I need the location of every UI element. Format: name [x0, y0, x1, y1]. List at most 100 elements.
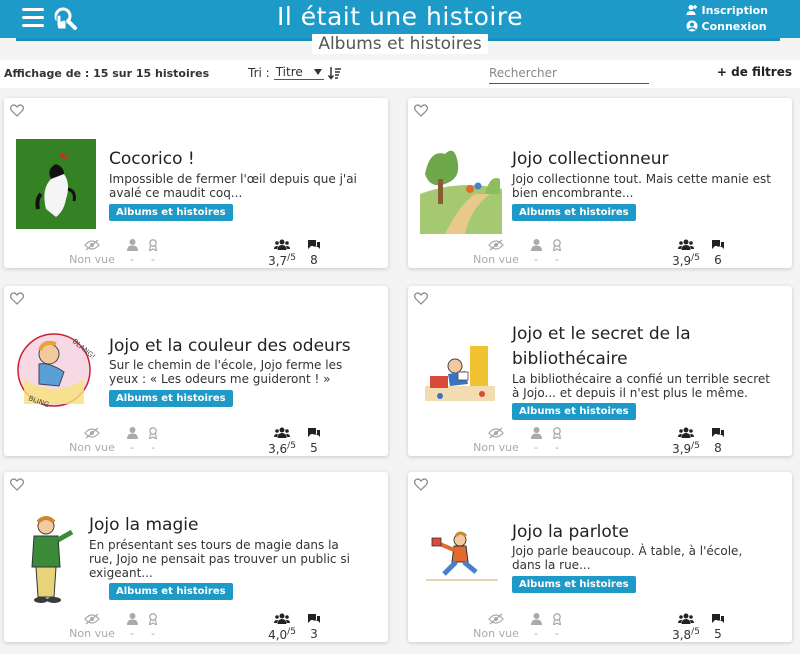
login-link[interactable]: Connexion [686, 18, 768, 34]
users-icon [678, 613, 694, 624]
auth-links: Inscription Connexion [686, 2, 768, 34]
comments-stat: 8 [708, 427, 728, 455]
rating-stat: 3,9/5 [664, 239, 708, 268]
more-filters-button[interactable]: + de filtres [717, 65, 792, 79]
user-icon [126, 239, 138, 251]
boy-circle-image: BLANG! BLING [17, 333, 97, 409]
sort-select[interactable]: Titre [273, 65, 324, 80]
users-icon [678, 239, 694, 250]
magician-image [16, 512, 78, 607]
story-card[interactable]: BLANG! BLING Jojo et la couleur des odeu… [4, 286, 388, 456]
story-card[interactable]: Jojo et le secret de la bibliothécaire L… [408, 286, 792, 456]
card-description: La bibliothécaire a confié un terrible s… [512, 372, 770, 400]
story-card[interactable]: Jojo la magie En présentant ses tours de… [4, 472, 388, 642]
rating-stat: 3,6/5 [260, 427, 304, 456]
comments-icon [712, 240, 724, 249]
eye-slash-icon [488, 613, 504, 625]
sort-direction-icon[interactable] [327, 66, 342, 80]
card-description: Jojo parle beaucoup. À table, à l'école,… [512, 544, 743, 572]
card-title: Jojo et le secret de la bibliothécaire [512, 324, 691, 369]
award-meta: - [146, 239, 160, 266]
results-count: Affichage de : 15 sur 15 histoires [4, 67, 210, 80]
heart-icon[interactable] [414, 478, 428, 491]
sort-control: Tri : Titre [248, 65, 342, 80]
award-icon [552, 427, 562, 439]
add-user-icon [686, 5, 697, 15]
reader-meta: - [124, 239, 140, 266]
reader-meta: - [528, 613, 544, 640]
view-status: Non vue [68, 613, 116, 640]
heart-icon[interactable] [10, 104, 24, 117]
card-description: Jojo collectionne tout. Mais cette manie… [512, 172, 771, 200]
comments-stat: 3 [304, 613, 324, 641]
card-title: Cocorico ! [109, 149, 195, 169]
view-status: Non vue [68, 427, 116, 454]
category-badge[interactable]: Albums et histoires [512, 576, 636, 593]
award-meta: - [146, 427, 160, 454]
comments-stat: 8 [304, 239, 324, 267]
signup-link[interactable]: Inscription [686, 2, 768, 18]
eye-slash-icon [488, 239, 504, 251]
award-meta: - [550, 239, 564, 266]
award-icon [148, 427, 158, 439]
eye-slash-icon [84, 239, 100, 251]
comments-icon [712, 428, 724, 437]
user-icon [530, 239, 542, 251]
comments-icon [308, 614, 320, 623]
story-card[interactable]: Jojo collectionneur Jojo collectionne to… [408, 98, 792, 268]
card-title: Jojo la parlote [512, 522, 629, 542]
card-title: Jojo la magie [89, 515, 199, 535]
card-description: Sur le chemin de l'école, Jojo ferme les… [109, 358, 343, 386]
sort-label: Tri : [248, 65, 270, 80]
user-icon [126, 613, 138, 625]
eye-slash-icon [488, 427, 504, 439]
view-status: Non vue [472, 613, 520, 640]
app-title: Il était une histoire [277, 2, 523, 31]
comments-icon [308, 428, 320, 437]
award-icon [552, 613, 562, 625]
category-badge[interactable]: Albums et histoires [109, 583, 233, 600]
story-card[interactable]: Cocorico ! Impossible de fermer l'œil de… [4, 98, 388, 268]
page-heading: Albums et histoires [0, 34, 800, 54]
award-meta: - [146, 613, 160, 640]
toolbar: Affichage de : 15 sur 15 histoires Tri :… [0, 60, 800, 88]
reading-boy-image [420, 326, 500, 406]
reader-meta: - [528, 427, 544, 454]
card-description: Impossible de fermer l'œil depuis que j'… [109, 172, 357, 200]
comments-stat: 5 [708, 613, 728, 641]
rooster-image [16, 139, 96, 229]
heart-icon[interactable] [414, 104, 428, 117]
heart-icon[interactable] [10, 478, 24, 491]
comments-stat: 6 [708, 239, 728, 267]
rating-stat: 3,7/5 [260, 239, 304, 268]
landscape-image [420, 134, 502, 234]
rating-stat: 3,8/5 [664, 613, 708, 642]
running-boy-image [426, 530, 498, 585]
search-input[interactable]: Rechercher [489, 64, 649, 84]
comments-icon [712, 614, 724, 623]
chevron-down-icon [313, 69, 322, 75]
user-icon [126, 427, 138, 439]
category-badge[interactable]: Albums et histoires [109, 390, 233, 407]
reader-meta: - [124, 613, 140, 640]
view-status: Non vue [472, 239, 520, 266]
award-icon [552, 239, 562, 251]
award-meta: - [550, 613, 564, 640]
heart-icon[interactable] [414, 292, 428, 305]
eye-slash-icon [84, 427, 100, 439]
user-icon [530, 427, 542, 439]
heart-icon[interactable] [10, 292, 24, 305]
category-badge[interactable]: Albums et histoires [512, 204, 636, 221]
card-title: Jojo et la couleur des odeurs [109, 336, 351, 356]
top-bar: Il était une histoire Inscription Connex… [0, 0, 800, 38]
users-icon [274, 427, 290, 438]
category-badge[interactable]: Albums et histoires [109, 204, 233, 221]
category-badge[interactable]: Albums et histoires [512, 403, 636, 420]
view-status: Non vue [472, 427, 520, 454]
users-icon [678, 427, 694, 438]
story-card[interactable]: Jojo la parlote Jojo parle beaucoup. À t… [408, 472, 792, 642]
reader-meta: - [124, 427, 140, 454]
award-meta: - [550, 427, 564, 454]
rating-stat: 4,0/5 [260, 613, 304, 642]
card-title: Jojo collectionneur [512, 149, 669, 169]
